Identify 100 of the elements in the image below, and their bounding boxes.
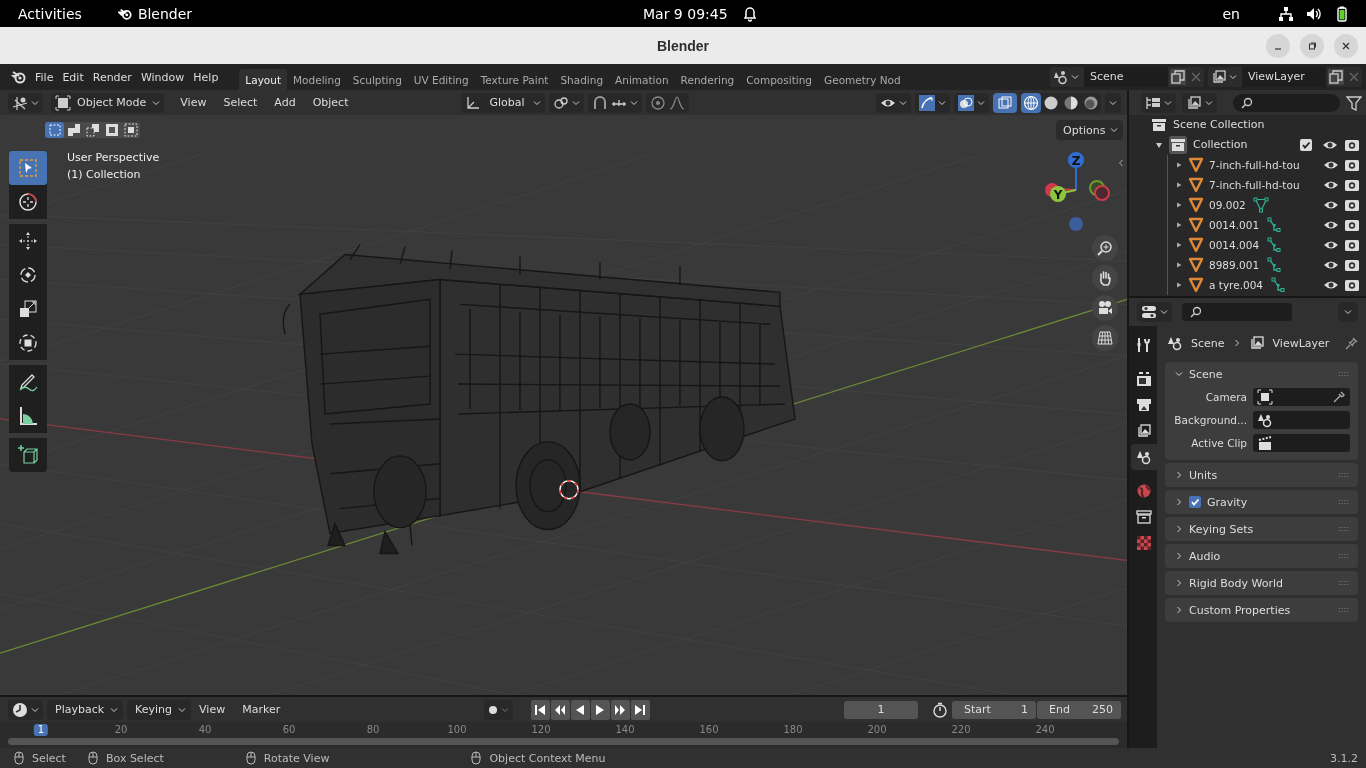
menu-item[interactable]: View bbox=[195, 703, 235, 716]
previous-keyframe-button[interactable] bbox=[550, 699, 570, 720]
start-frame-field[interactable]: Start 1 bbox=[952, 700, 1036, 719]
pin-icon[interactable] bbox=[1345, 336, 1360, 350]
app-name[interactable]: Blender bbox=[137, 5, 193, 22]
menu-item[interactable]: File bbox=[35, 70, 54, 84]
filter-icon[interactable] bbox=[1346, 94, 1362, 111]
panel-title[interactable]: Units bbox=[1189, 468, 1218, 482]
workspace-tab[interactable]: Sculpting bbox=[346, 69, 408, 90]
options-dropdown[interactable] bbox=[1338, 302, 1358, 322]
menu-item[interactable]: Window bbox=[140, 70, 185, 84]
drag-handle-icon[interactable] bbox=[1338, 472, 1350, 478]
play-reverse-button[interactable] bbox=[570, 699, 590, 720]
outliner-item[interactable]: 0014.001 bbox=[1209, 218, 1260, 232]
menu-item[interactable]: Marker bbox=[238, 703, 290, 716]
workspace-tab[interactable]: Animation bbox=[609, 69, 675, 90]
copy-icon[interactable] bbox=[1328, 69, 1344, 85]
menu-item[interactable]: Select bbox=[219, 96, 267, 109]
camera-icon[interactable] bbox=[1344, 157, 1360, 173]
auto-keying-button[interactable] bbox=[483, 699, 513, 720]
search-field[interactable] bbox=[1182, 303, 1292, 321]
panel-checkbox[interactable] bbox=[1189, 496, 1201, 508]
menu-item[interactable]: Edit bbox=[62, 70, 84, 84]
outliner-item[interactable]: 09.002 bbox=[1209, 198, 1246, 212]
outliner-item[interactable]: 7-inch-full-hd-tou bbox=[1209, 178, 1300, 192]
view-layer-name-field[interactable]: ViewLayer bbox=[1242, 67, 1326, 87]
vertex-group-icon[interactable] bbox=[1252, 197, 1269, 213]
camera-icon[interactable] bbox=[1344, 257, 1360, 273]
scene-selector[interactable]: Scene bbox=[1050, 67, 1204, 87]
bell-icon[interactable] bbox=[741, 5, 758, 22]
timeline-dropdown[interactable]: Keying bbox=[127, 699, 192, 720]
battery-icon[interactable] bbox=[1334, 5, 1350, 22]
scene-name-field[interactable]: Scene bbox=[1084, 67, 1168, 87]
jump-to-start-button[interactable] bbox=[530, 699, 550, 720]
camera-icon[interactable] bbox=[1344, 237, 1360, 253]
clock[interactable]: Mar 9 09:45 bbox=[643, 5, 728, 22]
expand-arrow-icon[interactable] bbox=[1155, 141, 1163, 149]
3d-cursor-icon[interactable] bbox=[559, 480, 579, 500]
new-selection-mode-button[interactable] bbox=[45, 122, 64, 138]
drag-handle-icon[interactable] bbox=[1338, 580, 1350, 586]
workspace-tab[interactable]: Rendering bbox=[674, 69, 741, 90]
outliner-item[interactable]: 7-inch-full-hd-tou bbox=[1209, 158, 1300, 172]
drag-handle-icon[interactable] bbox=[1338, 499, 1350, 505]
drag-handle-icon[interactable] bbox=[1338, 371, 1350, 377]
camera-field[interactable] bbox=[1253, 388, 1350, 406]
expand-arrow-icon[interactable] bbox=[1175, 181, 1183, 189]
clip-field[interactable] bbox=[1253, 434, 1350, 452]
activities-button[interactable]: Activities bbox=[18, 5, 82, 22]
panel-title[interactable]: Rigid Body World bbox=[1189, 576, 1283, 590]
maximize-button[interactable] bbox=[1300, 33, 1324, 58]
orientation-dropdown[interactable]: Global bbox=[461, 92, 545, 113]
end-frame-field[interactable]: End 250 bbox=[1037, 700, 1121, 719]
menu-item[interactable]: Add bbox=[270, 96, 305, 109]
shading-options-dropdown[interactable] bbox=[1105, 92, 1121, 113]
current-frame-field[interactable]: 1 bbox=[844, 700, 918, 719]
expand-arrow-icon[interactable] bbox=[1175, 161, 1183, 169]
view-layer-selector[interactable]: ViewLayer bbox=[1208, 67, 1362, 87]
editor-type-button[interactable] bbox=[1137, 302, 1172, 322]
negative-z-axis-handle[interactable] bbox=[1069, 217, 1083, 231]
display-mode-dropdown[interactable] bbox=[1182, 92, 1217, 113]
workspace-tab[interactable]: Texture Paint bbox=[474, 69, 555, 90]
hook-icon[interactable] bbox=[1270, 277, 1287, 293]
copy-icon[interactable] bbox=[1170, 69, 1186, 85]
pivot-dropdown[interactable] bbox=[548, 92, 584, 113]
exclude-checkbox[interactable] bbox=[1300, 139, 1312, 151]
camera-icon[interactable] bbox=[1344, 177, 1360, 193]
menu-item[interactable]: Help bbox=[193, 70, 219, 84]
editor-type-button[interactable] bbox=[8, 92, 43, 113]
panel-title[interactable]: Audio bbox=[1189, 549, 1221, 563]
drag-handle-icon[interactable] bbox=[1338, 526, 1350, 532]
editor-type-button[interactable] bbox=[1141, 92, 1176, 113]
expand-arrow-icon[interactable] bbox=[1175, 261, 1183, 269]
pan-button[interactable] bbox=[1092, 265, 1118, 291]
hook-icon[interactable] bbox=[1266, 257, 1283, 273]
workspace-tab[interactable]: Shading bbox=[554, 69, 610, 90]
outliner-item[interactable]: a tyre.004 bbox=[1209, 278, 1264, 292]
overlay-toggle-button[interactable] bbox=[954, 92, 989, 113]
zoom-button[interactable] bbox=[1092, 235, 1118, 261]
timeline-dropdown[interactable]: Playback bbox=[47, 699, 124, 720]
close-button[interactable] bbox=[1334, 33, 1358, 58]
eyedropper-icon[interactable] bbox=[1332, 390, 1346, 404]
blender-logo-icon[interactable] bbox=[10, 69, 26, 85]
next-keyframe-button[interactable] bbox=[610, 699, 630, 720]
network-icon[interactable] bbox=[1278, 5, 1294, 22]
panel-title[interactable]: Custom Properties bbox=[1189, 603, 1291, 617]
workspace-tab[interactable]: UV Editing bbox=[407, 69, 475, 90]
expand-arrow-icon[interactable] bbox=[1175, 201, 1183, 209]
timeline-scrollbar[interactable] bbox=[8, 738, 1119, 745]
outliner-item[interactable]: Collection bbox=[1193, 138, 1248, 152]
grid-view-button[interactable] bbox=[1092, 325, 1118, 351]
wireframe-shading-button[interactable] bbox=[1021, 92, 1041, 113]
scene-field[interactable] bbox=[1253, 411, 1350, 429]
visibility-dropdown[interactable] bbox=[876, 92, 911, 113]
panel-title[interactable]: Keying Sets bbox=[1189, 522, 1254, 536]
drag-handle-icon[interactable] bbox=[1338, 553, 1350, 559]
jump-to-end-button[interactable] bbox=[630, 699, 650, 720]
workspace-tab[interactable]: Modeling bbox=[287, 69, 347, 90]
intersect-selection-mode-button[interactable] bbox=[121, 122, 140, 138]
mode-dropdown[interactable]: Object Mode bbox=[51, 92, 165, 113]
outliner-item[interactable]: Scene Collection bbox=[1173, 118, 1265, 132]
